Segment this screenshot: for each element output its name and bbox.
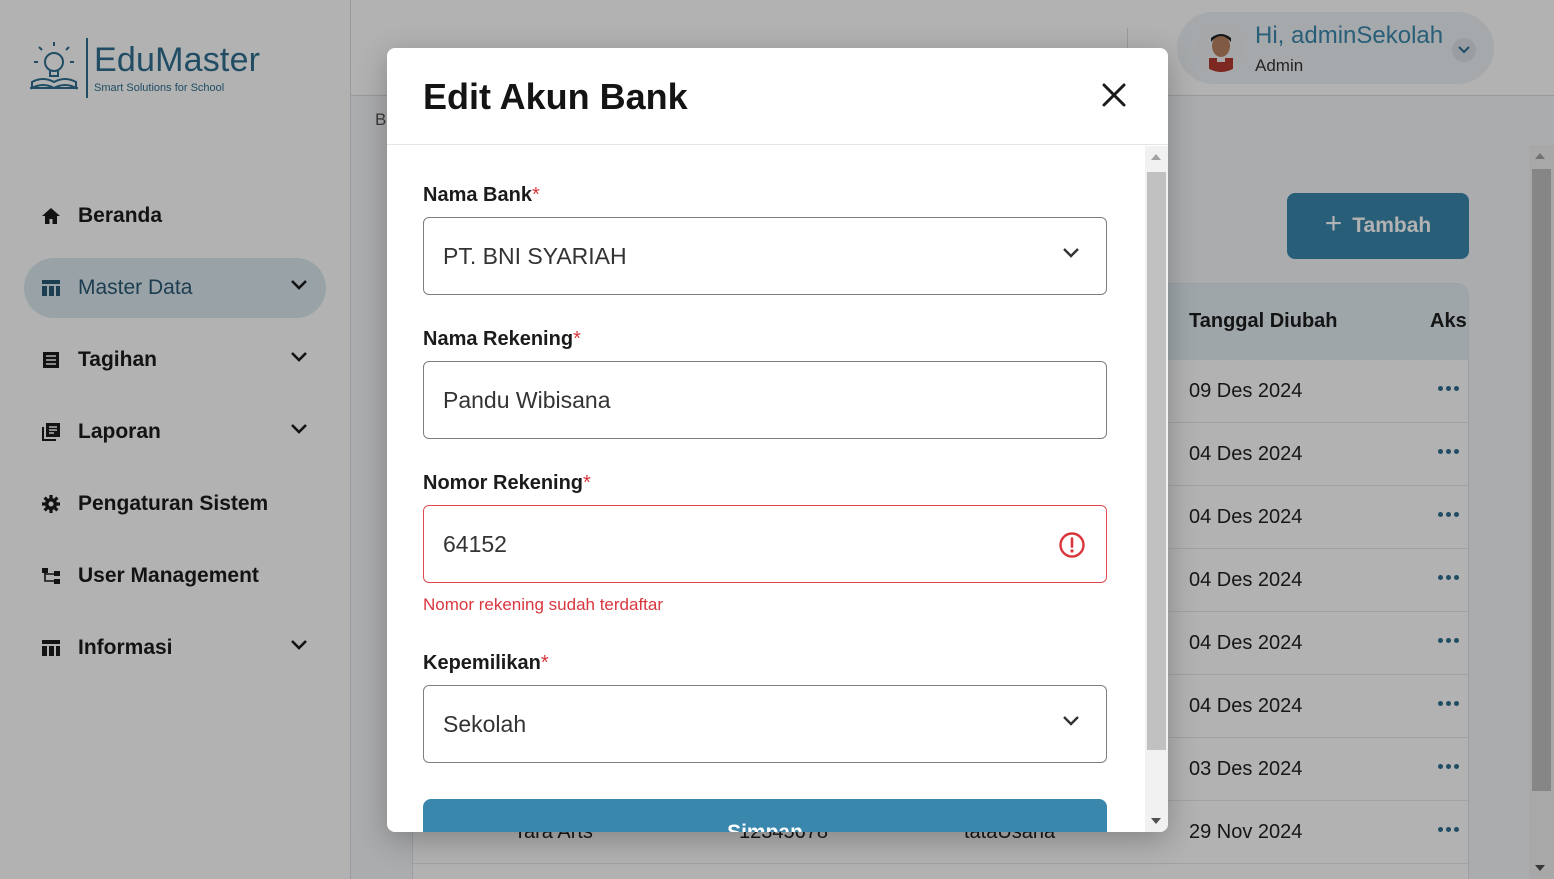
chevron-down-icon: [1062, 246, 1080, 264]
error-icon: [1058, 531, 1086, 564]
account-number-input[interactable]: 64152: [423, 505, 1107, 583]
edit-bank-account-modal: Edit Akun Bank Nama Bank* PT. BNI SYARIA…: [387, 48, 1168, 832]
modal-title: Edit Akun Bank: [423, 76, 688, 117]
account-name-value: Pandu Wibisana: [443, 387, 611, 413]
save-button[interactable]: Simpan: [423, 799, 1107, 832]
close-icon[interactable]: [1099, 80, 1129, 110]
account-number-label: Nomor Rekening*: [423, 472, 591, 495]
label-text: Nama Bank: [423, 184, 532, 206]
label-text: Kepemilikan: [423, 652, 541, 674]
bank-select-value: PT. BNI SYARIAH: [443, 243, 627, 269]
bank-field-label: Nama Bank*: [423, 184, 540, 207]
required-mark: *: [531, 184, 540, 206]
account-number-value: 64152: [443, 531, 507, 557]
required-mark: *: [540, 652, 549, 674]
bank-select[interactable]: PT. BNI SYARIAH: [423, 217, 1107, 295]
modal-header: Edit Akun Bank: [387, 48, 1168, 145]
label-text: Nama Rekening: [423, 328, 574, 350]
account-name-label: Nama Rekening*: [423, 328, 581, 351]
label-text: Nomor Rekening: [423, 472, 584, 494]
ownership-select[interactable]: Sekolah: [423, 685, 1107, 763]
scroll-up-icon[interactable]: [1151, 154, 1161, 160]
account-number-error: Nomor rekening sudah terdaftar: [423, 595, 664, 614]
required-mark: *: [573, 328, 581, 350]
chevron-down-icon: [1062, 714, 1080, 732]
required-mark: *: [583, 472, 591, 494]
account-name-input[interactable]: Pandu Wibisana: [423, 361, 1107, 439]
modal-scrollbar[interactable]: [1145, 146, 1168, 832]
ownership-label: Kepemilikan*: [423, 652, 549, 675]
scroll-down-icon[interactable]: [1151, 818, 1161, 824]
modal-body: Nama Bank* PT. BNI SYARIAH Nama Rekening…: [387, 146, 1145, 832]
scrollbar-thumb[interactable]: [1147, 172, 1166, 750]
ownership-select-value: Sekolah: [443, 711, 527, 737]
